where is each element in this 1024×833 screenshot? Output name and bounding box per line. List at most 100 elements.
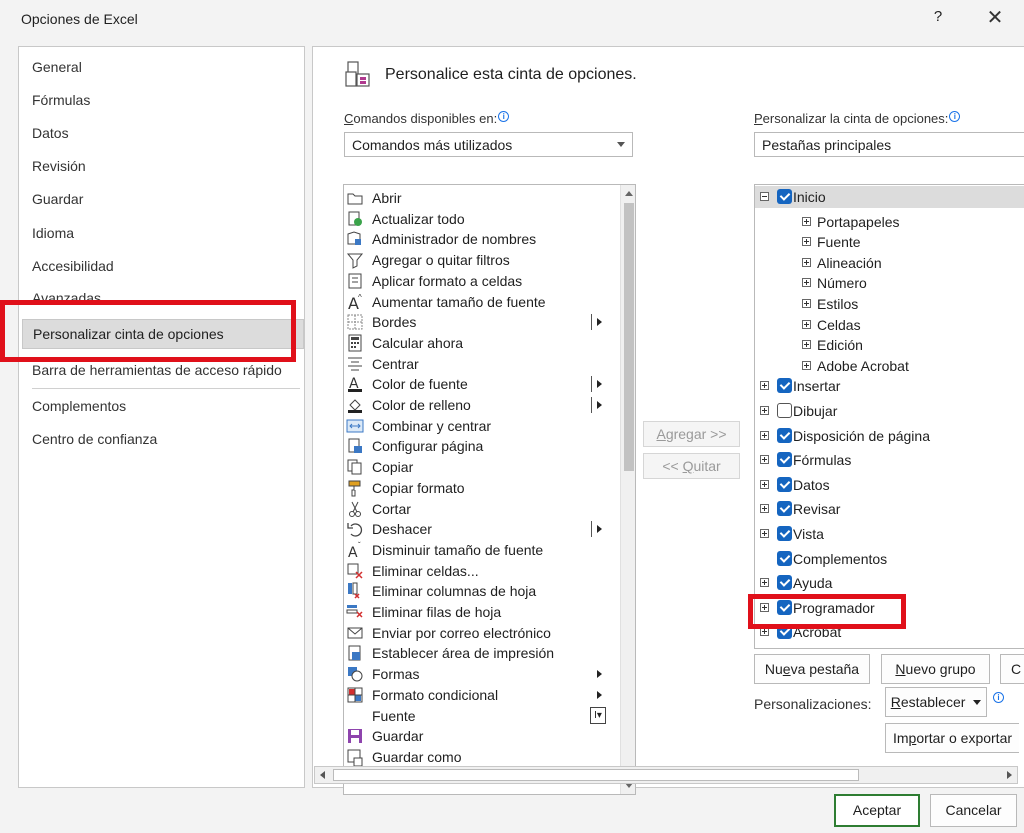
nav-item-centro-confianza[interactable]: Centro de confianza <box>32 431 157 447</box>
tab-checkbox[interactable] <box>777 189 792 204</box>
expand-icon[interactable] <box>802 340 811 350</box>
svg-text:ˇ: ˇ <box>358 541 361 550</box>
add-button[interactable]: Agregar >> <box>643 421 740 447</box>
expand-icon[interactable] <box>760 455 769 465</box>
command-item[interactable]: Copiar formato <box>344 478 620 498</box>
tree-item-label: Datos <box>793 476 830 493</box>
tab-checkbox[interactable] <box>777 452 792 468</box>
command-item[interactable]: Guardar como <box>344 747 620 767</box>
import-export-button[interactable]: Importar o exportar <box>885 723 1019 753</box>
expand-icon[interactable] <box>802 278 811 288</box>
cancel-button[interactable]: Cancelar <box>930 794 1017 827</box>
tab-checkbox[interactable] <box>777 550 792 566</box>
command-item[interactable]: Configurar página <box>344 436 620 456</box>
tab-checkbox[interactable] <box>777 427 792 443</box>
command-item[interactable]: Centrar <box>344 354 620 374</box>
expand-icon[interactable] <box>802 216 811 226</box>
command-item[interactable]: Eliminar columnas de hoja <box>344 581 620 601</box>
page-title: Personalice esta cinta de opciones. <box>385 66 637 83</box>
command-item[interactable]: A ˇ Disminuir tamaño de fuente <box>344 540 620 560</box>
expand-icon[interactable] <box>802 299 811 308</box>
info-icon[interactable]: i <box>498 111 510 122</box>
collapse-icon[interactable] <box>760 192 769 201</box>
nav-item-idioma[interactable]: Idioma <box>32 225 74 241</box>
command-item[interactable]: Cortar <box>344 499 620 519</box>
expand-icon[interactable] <box>760 504 769 514</box>
command-item[interactable]: Combinar y centrar <box>344 416 620 436</box>
customize-ribbon-dropdown[interactable]: Pestañas principales <box>754 132 1024 157</box>
info-icon[interactable]: i <box>949 111 961 122</box>
command-item[interactable]: Guardar <box>344 726 620 746</box>
command-item[interactable]: Agregar o quitar filtros <box>344 250 620 270</box>
command-item[interactable]: Deshacer <box>344 519 620 539</box>
command-label: Guardar <box>372 728 424 745</box>
scroll-up-icon[interactable] <box>625 191 633 196</box>
command-item[interactable]: Formato condicional <box>344 685 620 705</box>
ribbon-tab-item[interactable]: Inicio <box>755 186 1024 208</box>
nav-item-guardar[interactable]: Guardar <box>32 191 83 207</box>
commands-scrollbar[interactable] <box>620 185 635 794</box>
nav-item-formulas[interactable]: Fórmulas <box>32 92 90 108</box>
tab-checkbox[interactable] <box>777 526 792 541</box>
command-item[interactable]: Formas <box>344 664 620 684</box>
svg-text:^: ^ <box>358 293 362 302</box>
tab-checkbox[interactable] <box>777 403 792 418</box>
expand-icon[interactable] <box>802 237 811 247</box>
command-item[interactable]: Eliminar filas de hoja <box>344 602 620 622</box>
commands-list[interactable]: Abrir Actualizar todo Administrador de nom… <box>343 184 636 795</box>
ok-button[interactable]: Aceptar <box>834 794 920 827</box>
expand-icon[interactable] <box>802 360 811 370</box>
customize-ribbon-icon <box>345 61 370 87</box>
command-item[interactable]: A Color de fuente <box>344 374 620 394</box>
command-item[interactable]: Administrador de nombres <box>344 229 620 249</box>
command-item[interactable]: Color de relleno <box>344 395 620 415</box>
expand-icon[interactable] <box>760 578 769 588</box>
nav-item-accesibilidad[interactable]: Accesibilidad <box>32 258 114 274</box>
expand-icon[interactable] <box>802 319 811 329</box>
rename-button[interactable]: C <box>1000 654 1024 684</box>
scissors-icon <box>349 501 361 517</box>
nav-item-barra-acceso-rapido[interactable]: Barra de herramientas de acceso rápido <box>32 362 282 378</box>
scroll-thumb[interactable] <box>333 769 859 781</box>
tab-checkbox[interactable] <box>777 575 792 591</box>
remove-button[interactable]: << Quitar <box>643 453 740 479</box>
expand-icon[interactable] <box>760 479 769 489</box>
expand-icon[interactable] <box>760 430 769 440</box>
command-item[interactable]: Aplicar formato a celdas <box>344 271 620 291</box>
nav-item-revision[interactable]: Revisión <box>32 158 86 174</box>
expand-icon[interactable] <box>760 381 769 391</box>
new-tab-button[interactable]: Nueva pestaña <box>754 654 870 684</box>
horizontal-scrollbar[interactable] <box>314 766 1018 784</box>
nav-item-general[interactable]: General <box>32 59 82 75</box>
expand-icon[interactable] <box>760 529 769 538</box>
tab-checkbox[interactable] <box>777 476 792 492</box>
command-item[interactable]: Abrir <box>344 188 620 208</box>
tab-checkbox[interactable] <box>777 501 792 517</box>
available-commands-dropdown[interactable]: Comandos más utilizados <box>344 132 633 157</box>
scroll-thumb[interactable] <box>624 203 634 471</box>
reset-dropdown-button[interactable]: Restablecer <box>885 687 987 717</box>
expand-icon[interactable] <box>802 257 811 267</box>
scroll-left-icon[interactable] <box>320 771 325 779</box>
command-item[interactable]: Establecer área de impresión <box>344 643 620 663</box>
command-item[interactable]: Copiar <box>344 457 620 477</box>
tab-checkbox[interactable] <box>777 378 792 394</box>
nav-item-complementos[interactable]: Complementos <box>32 398 126 414</box>
help-button[interactable]: ? <box>928 8 948 25</box>
shapes-icon <box>348 667 363 682</box>
scroll-right-icon[interactable] <box>1007 771 1012 779</box>
command-item[interactable]: Enviar por correo electrónico <box>344 623 620 643</box>
command-item[interactable]: Eliminar celdas... <box>344 561 620 581</box>
command-item[interactable]: Actualizar todo <box>344 209 620 229</box>
command-item[interactable]: Fuente I▾ <box>344 706 620 726</box>
chevron-down-icon <box>617 142 625 147</box>
nav-item-datos[interactable]: Datos <box>32 125 69 141</box>
command-item[interactable]: A ^ Aumentar tamaño de fuente <box>344 292 620 312</box>
command-item[interactable]: Bordes <box>344 312 620 332</box>
info-icon[interactable]: i <box>993 692 1004 703</box>
command-item[interactable]: Calcular ahora <box>344 333 620 353</box>
expand-icon[interactable] <box>760 406 769 415</box>
new-group-button[interactable]: Nuevo grupo <box>881 654 990 684</box>
close-button[interactable]: ✕ <box>980 5 1010 30</box>
ribbon-tabs-tree[interactable]: Inicio Portapapeles Fuente Alineación Número… <box>754 184 1024 649</box>
